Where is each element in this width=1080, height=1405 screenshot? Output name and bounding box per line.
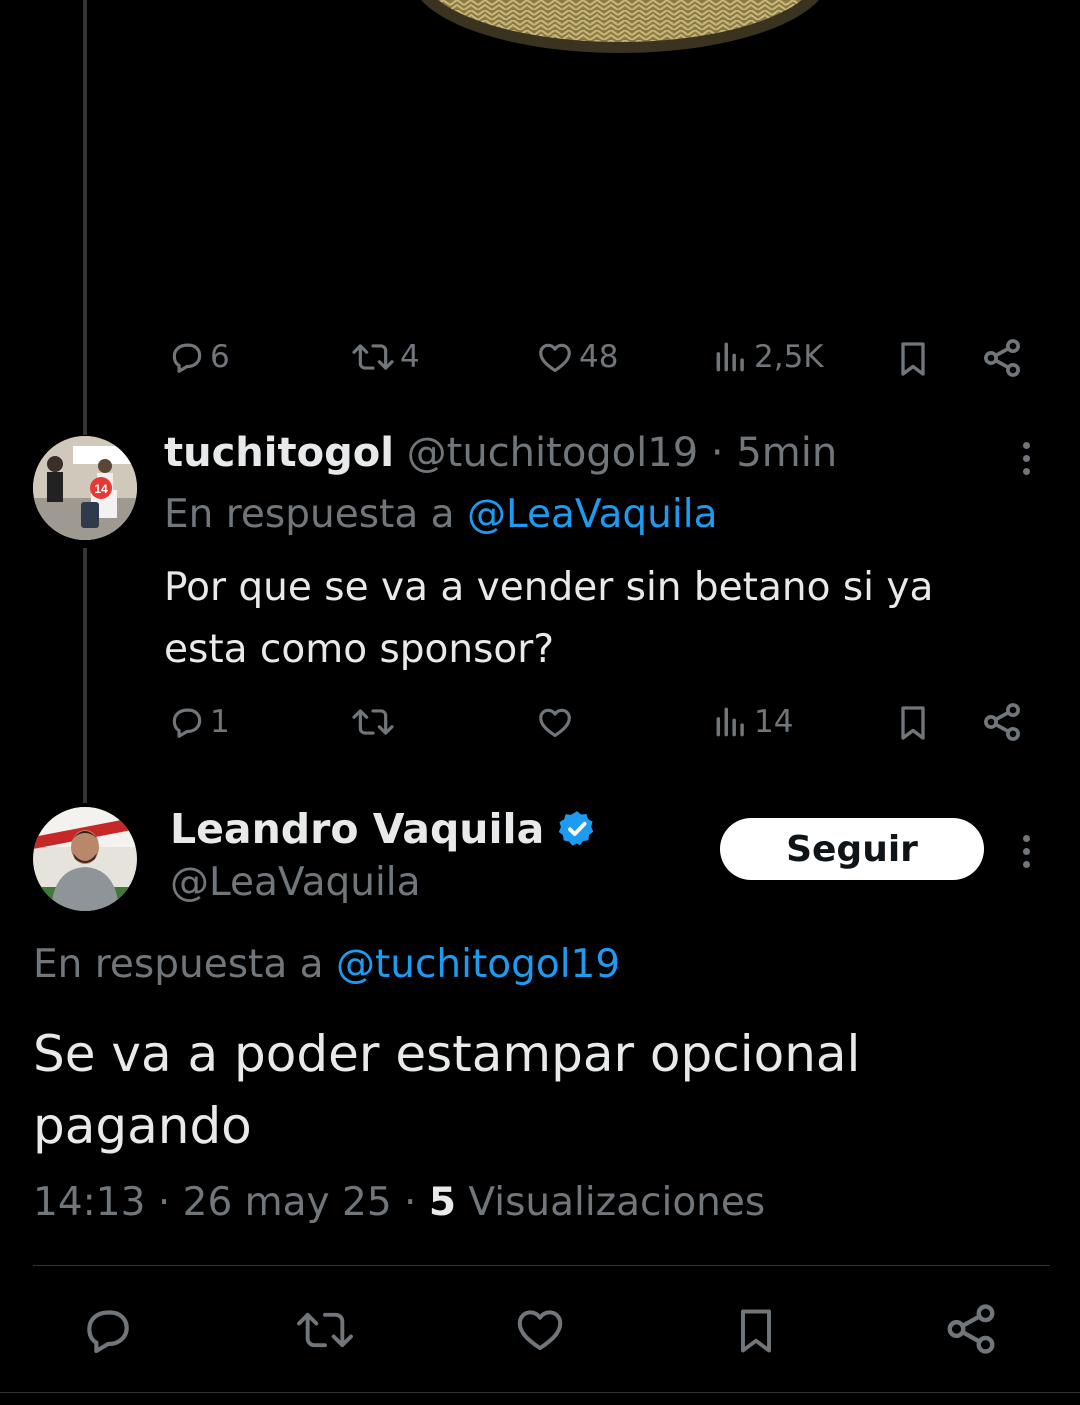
- verified-badge-icon[interactable]: [556, 808, 598, 850]
- tweet-header: tuchitogol @tuchitogol19 · 5min: [164, 430, 837, 476]
- tweet-text-line: esta como sponsor?: [164, 627, 555, 672]
- views-action[interactable]: 14: [712, 703, 793, 741]
- in-reply-handle-link[interactable]: @tuchitogol19: [336, 942, 620, 987]
- views-icon: [712, 703, 750, 741]
- reply-action[interactable]: 6: [168, 338, 230, 376]
- tweet-text: Se va a poder estampar opcional pagando: [33, 1018, 860, 1162]
- in-reply-to: En respuesta a @LeaVaquila: [164, 492, 717, 537]
- views-count: 2,5K: [754, 339, 824, 375]
- bookmark-icon[interactable]: [893, 702, 933, 744]
- tweet-text-line: Se va a poder estampar opcional: [33, 1025, 861, 1083]
- thread-line: [83, 0, 87, 435]
- retweet-icon[interactable]: [294, 1304, 356, 1356]
- retweet-icon: [350, 338, 396, 376]
- timestamp[interactable]: 5min: [736, 430, 837, 476]
- author-info: Leandro Vaquila @LeaVaquila: [170, 802, 598, 905]
- reply-icon: [168, 703, 206, 741]
- tweet-text: Por que se va a vender sin betano si ya …: [164, 557, 933, 681]
- avatar[interactable]: [33, 807, 137, 911]
- reply-count: 6: [210, 339, 230, 375]
- in-reply-to: En respuesta a @tuchitogol19: [33, 942, 620, 987]
- share-icon[interactable]: [980, 336, 1024, 380]
- tweet-media-fragment[interactable]: [380, 0, 860, 55]
- handle[interactable]: @tuchitogol19: [407, 430, 699, 476]
- separator: ·: [710, 430, 724, 476]
- display-name[interactable]: Leandro Vaquila: [170, 805, 544, 853]
- retweet-action[interactable]: 4: [350, 338, 420, 376]
- date[interactable]: 26 may 25: [183, 1180, 392, 1225]
- share-icon[interactable]: [942, 1300, 1000, 1358]
- more-options-icon[interactable]: [1023, 835, 1031, 874]
- bookmark-icon[interactable]: [730, 1302, 782, 1360]
- in-reply-prefix: En respuesta a: [164, 492, 455, 537]
- like-action[interactable]: 48: [535, 338, 618, 376]
- heart-icon[interactable]: [512, 1302, 568, 1356]
- display-name[interactable]: tuchitogol: [164, 430, 394, 476]
- timestamp[interactable]: 14:13: [33, 1180, 145, 1225]
- reply-action[interactable]: 1: [168, 703, 230, 741]
- views-icon: [712, 338, 750, 376]
- like-count: 48: [579, 339, 619, 375]
- views-label[interactable]: Visualizaciones: [468, 1180, 765, 1225]
- tweet-meta: 14:13 · 26 may 25 · 5 Visualizaciones: [33, 1180, 765, 1225]
- handle[interactable]: @LeaVaquila: [170, 860, 598, 905]
- more-options-icon[interactable]: [1023, 442, 1031, 481]
- in-reply-handle-link[interactable]: @LeaVaquila: [467, 492, 718, 537]
- follow-button[interactable]: Seguir: [720, 818, 984, 880]
- svg-text:14: 14: [94, 482, 108, 496]
- tweet-text-line: pagando: [33, 1097, 252, 1155]
- reply-icon: [168, 338, 206, 376]
- retweet-count: 4: [400, 339, 420, 375]
- views-count: 5: [428, 1180, 456, 1225]
- retweet-icon[interactable]: [350, 703, 396, 741]
- heart-icon: [535, 338, 575, 376]
- views-count: 14: [754, 704, 794, 740]
- reply-count: 1: [210, 704, 230, 740]
- avatar[interactable]: 14: [33, 436, 137, 540]
- in-reply-prefix: En respuesta a: [33, 942, 324, 987]
- reply-icon[interactable]: [80, 1302, 136, 1358]
- separator: ·: [157, 1180, 171, 1225]
- views-action[interactable]: 2,5K: [712, 338, 824, 376]
- thread-line: [83, 548, 87, 803]
- divider: [33, 1265, 1050, 1266]
- heart-icon[interactable]: [535, 703, 575, 741]
- bookmark-icon[interactable]: [893, 338, 933, 380]
- tweet-text-line: Por que se va a vender sin betano si ya: [164, 565, 934, 610]
- share-icon[interactable]: [980, 700, 1024, 744]
- separator: ·: [404, 1180, 417, 1225]
- divider: [0, 1392, 1080, 1393]
